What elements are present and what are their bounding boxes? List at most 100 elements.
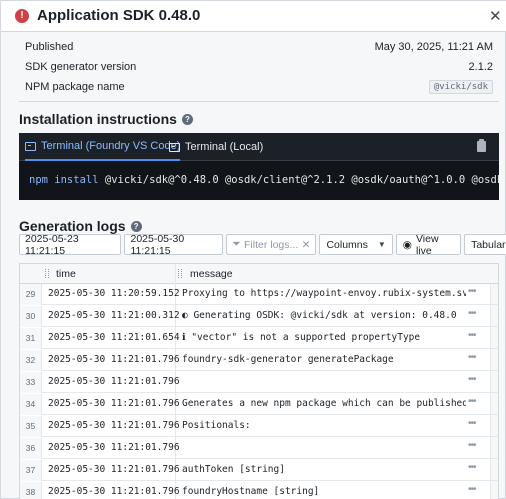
more-icon[interactable]: •••: [468, 286, 476, 297]
log-time: 2025-05-30 11:21:00.312: [48, 310, 180, 321]
log-message: Positionals:: [182, 420, 251, 431]
terminal-icon: [25, 141, 36, 151]
table-row[interactable]: 32 2025-05-30 11:21:01.796 foundry-sdk-gen…: [20, 350, 498, 371]
view-live-label: View live: [415, 232, 439, 257]
row-number: 37: [20, 460, 42, 481]
table-row[interactable]: 36 2025-05-30 11:21:01.796 •••: [20, 438, 498, 459]
terminal-icon: [169, 142, 180, 152]
package-name-tag: @vicki/sdk: [428, 80, 493, 94]
table-row[interactable]: 38 2025-05-30 11:21:01.796 foundryHostname…: [20, 482, 498, 499]
help-icon[interactable]: ?: [130, 220, 142, 232]
more-icon[interactable]: •••: [468, 396, 476, 407]
log-message: Generates a new npm package which can be…: [182, 398, 466, 409]
terminal-tabs: Terminal (Foundry VS Code) Terminal (Loc…: [19, 133, 499, 161]
filter-icon: ⏷: [232, 238, 241, 250]
command-keyword: npm install: [29, 174, 99, 186]
row-number: 33: [20, 372, 42, 393]
filter-logs-input[interactable]: ⏷ Filter logs... ✕: [226, 234, 317, 255]
meta-row-package-name: NPM package name @vicki/sdk: [25, 77, 493, 97]
table-row[interactable]: 37 2025-05-30 11:21:01.796 authToken [stri…: [20, 460, 498, 481]
table-row[interactable]: 30 2025-05-30 11:21:00.312 ◐ Generating OS…: [20, 306, 498, 327]
drag-handle-icon[interactable]: [178, 269, 182, 278]
table-row[interactable]: 33 2025-05-30 11:21:01.796 •••: [20, 372, 498, 393]
more-icon[interactable]: •••: [468, 308, 476, 319]
log-time: 2025-05-30 11:21:01.796: [48, 420, 180, 431]
end-date-input[interactable]: 2025-05-30 11:21:15: [124, 233, 224, 257]
more-icon[interactable]: •••: [468, 352, 476, 363]
installation-heading: Installation instructions ?: [19, 111, 193, 127]
row-number: 35: [20, 416, 42, 437]
meta-row-published: Published May 30, 2025, 11:21 AM: [25, 37, 493, 57]
log-filters: 2025-05-23 11:21:15 2025-05-30 11:21:15 …: [19, 232, 506, 257]
log-time: 2025-05-30 11:21:01.796: [48, 464, 180, 475]
log-time: 2025-05-30 11:21:01.796: [48, 398, 180, 409]
meta-row-generator-version: SDK generator version 2.1.2: [25, 57, 493, 77]
log-message: ◐ Generating OSDK: @vicki/sdk at version…: [182, 310, 457, 321]
divider: [19, 101, 499, 102]
filter-placeholder: Filter logs...: [243, 238, 299, 251]
column-header-time[interactable]: time: [56, 268, 76, 280]
clipboard-icon[interactable]: [477, 139, 486, 152]
more-icon[interactable]: •••: [468, 330, 476, 341]
live-icon: ◉: [402, 238, 412, 251]
install-terminal: Terminal (Foundry VS Code) Terminal (Loc…: [19, 133, 499, 200]
row-number: 36: [20, 438, 42, 459]
tab-terminal-local[interactable]: Terminal (Local): [169, 133, 263, 161]
logs-table: time message 29 2025-05-30 11:20:59.152 Pr…: [19, 263, 499, 499]
columns-button[interactable]: Columns ▼: [319, 234, 393, 255]
row-number: 31: [20, 328, 42, 349]
table-row[interactable]: 35 2025-05-30 11:21:01.796 Positionals: •••: [20, 416, 498, 437]
meta-value: May 30, 2025, 11:21 AM: [374, 41, 493, 53]
row-number: 38: [20, 482, 42, 499]
help-icon[interactable]: ?: [181, 113, 193, 125]
sdk-metadata: Published May 30, 2025, 11:21 AM SDK gen…: [25, 37, 493, 97]
drag-handle-icon[interactable]: [45, 269, 49, 278]
start-date-input[interactable]: 2025-05-23 11:21:15: [19, 233, 122, 257]
table-header: time message: [20, 264, 498, 284]
clear-icon[interactable]: ✕: [302, 239, 311, 251]
dialog-title: Application SDK 0.48.0: [37, 7, 201, 24]
more-icon[interactable]: •••: [468, 418, 476, 429]
tabular-label: Tabular: [471, 238, 506, 251]
table-row[interactable]: 34 2025-05-30 11:21:01.796 Generates a new…: [20, 394, 498, 415]
table-row[interactable]: 31 2025-05-30 11:21:01.654 ℹ "vector" is n…: [20, 328, 498, 349]
meta-label: Published: [25, 41, 74, 53]
row-number: 34: [20, 394, 42, 415]
caret-down-icon: ▼: [377, 240, 386, 249]
more-icon[interactable]: •••: [468, 374, 476, 385]
dialog-header: ! Application SDK 0.48.0 ✕: [1, 1, 506, 32]
error-icon: !: [15, 9, 29, 23]
meta-label: NPM package name: [25, 81, 125, 93]
meta-value: 2.1.2: [468, 61, 493, 73]
column-header-message[interactable]: message: [190, 268, 233, 280]
log-message: Proxying to https://waypoint-envoy.rubix…: [182, 288, 466, 299]
log-message: foundryHostname [string]: [182, 486, 320, 497]
row-number: 29: [20, 284, 42, 305]
command-args: @vicki/sdk@^0.48.0 @osdk/client@^2.1.2 @…: [104, 174, 499, 186]
log-time: 2025-05-30 11:21:01.796: [48, 486, 180, 497]
table-row[interactable]: 29 2025-05-30 11:20:59.152 Proxying to htt…: [20, 284, 498, 305]
log-message: foundry-sdk-generator generatePackage: [182, 354, 394, 365]
log-time: 2025-05-30 11:20:59.152: [48, 288, 180, 299]
more-icon[interactable]: •••: [468, 440, 476, 451]
log-time: 2025-05-30 11:21:01.796: [48, 354, 180, 365]
tab-label: Terminal (Foundry VS Code): [41, 140, 181, 152]
installation-title: Installation instructions: [19, 111, 177, 127]
tab-terminal-foundry-vscode[interactable]: Terminal (Foundry VS Code): [25, 133, 181, 161]
close-icon[interactable]: ✕: [489, 7, 502, 25]
columns-label: Columns: [326, 238, 368, 251]
meta-label: SDK generator version: [25, 61, 137, 73]
install-command[interactable]: npm install @vicki/sdk@^0.48.0 @osdk/cli…: [29, 174, 499, 186]
log-time: 2025-05-30 11:21:01.796: [48, 442, 180, 453]
more-icon[interactable]: •••: [468, 484, 476, 495]
log-time: 2025-05-30 11:21:01.796: [48, 376, 180, 387]
tab-label: Terminal (Local): [185, 141, 264, 153]
row-number: 30: [20, 306, 42, 327]
log-time: 2025-05-30 11:21:01.654: [48, 332, 180, 343]
log-message: authToken [string]: [182, 464, 285, 475]
row-number: 32: [20, 350, 42, 371]
log-message: ℹ "vector" is not a supported propertyTy…: [182, 332, 421, 343]
view-live-button[interactable]: ◉ View live: [395, 232, 462, 257]
tabular-button[interactable]: Tabular: [464, 234, 506, 255]
more-icon[interactable]: •••: [468, 462, 476, 473]
